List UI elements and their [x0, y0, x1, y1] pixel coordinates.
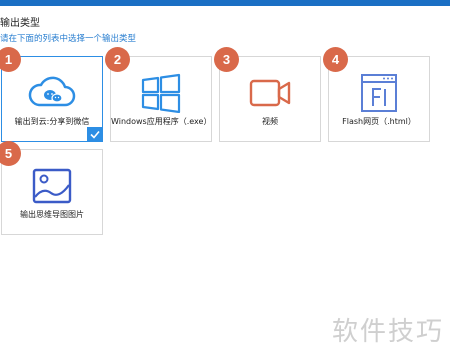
option-label: Windows应用程序（.exe）: [111, 117, 212, 126]
window-top-bar: [0, 0, 450, 6]
option-label: 输出思维导图图片: [20, 210, 84, 219]
flash-icon: [361, 74, 397, 112]
badge-4: 4: [323, 47, 348, 72]
windows-icon: [141, 73, 181, 113]
watermark: 软件技巧: [331, 317, 444, 347]
badge-3: 3: [214, 47, 239, 72]
badge-2: 2: [105, 47, 130, 72]
option-label: 视频: [262, 117, 278, 126]
option-label: Flash网页（.html）: [342, 117, 416, 126]
page-title: 输出类型: [0, 18, 40, 29]
cloud-icon: [28, 76, 76, 107]
page-subtitle: 请在下面的列表中选择一个输出类型: [0, 34, 137, 44]
selected-check-icon: [87, 127, 103, 142]
video-icon: [249, 79, 291, 107]
option-label: 输出到云:分享到微信: [14, 117, 90, 126]
image-icon: [32, 168, 72, 204]
